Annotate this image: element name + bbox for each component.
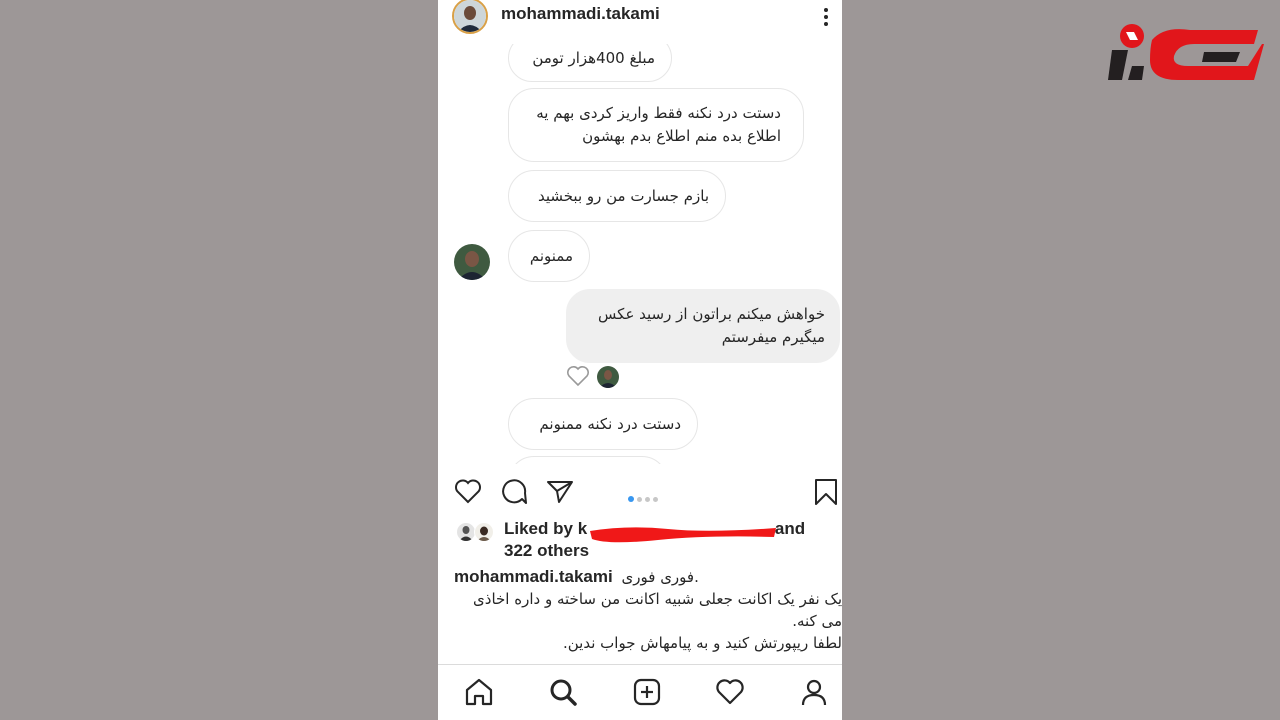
sender-avatar[interactable] <box>454 244 490 280</box>
post-caption: mohammadi.takami فوری فوری. یک نفر یک اک… <box>454 566 842 654</box>
news-site-logo <box>1108 24 1264 80</box>
liker-avatar <box>456 522 476 542</box>
direct-message-thread: مبلغ 400هزار تومن دستت درد نکنه فقط واری… <box>438 30 842 464</box>
heart-icon[interactable] <box>566 365 590 387</box>
more-vertical-icon[interactable] <box>820 6 832 28</box>
caption-text: لطفا ریپورتش کنید و به پیامهاش جواب ندین… <box>563 634 842 652</box>
redaction-scribble <box>590 527 776 543</box>
message-bubble-partial <box>508 456 668 464</box>
caption-text: می کنه. <box>792 612 842 630</box>
avatar[interactable] <box>452 0 488 34</box>
search-icon[interactable] <box>548 677 578 707</box>
caption-text: یک نفر یک اکانت جعلی شبیه اکانت من ساخته… <box>473 590 842 608</box>
profile-icon[interactable] <box>799 677 829 707</box>
paper-plane-icon[interactable] <box>546 478 574 504</box>
bottom-navigation <box>438 664 842 720</box>
carousel-indicator <box>628 487 661 506</box>
header-username[interactable]: mohammadi.takami <box>501 4 660 24</box>
liker-avatar <box>474 522 494 542</box>
message-bubble: ممنونم <box>508 230 590 282</box>
home-icon[interactable] <box>464 677 494 707</box>
my-message-bubble: خواهش میکنم براتون از رسید عکس میگیرم می… <box>566 289 840 363</box>
bookmark-icon[interactable] <box>814 478 838 506</box>
post-header: mohammadi.takami <box>438 0 842 44</box>
message-bubble: دستت درد نکنه ممنونم <box>508 398 698 450</box>
heart-icon[interactable] <box>454 478 482 504</box>
activity-heart-icon[interactable] <box>715 677 745 707</box>
comment-icon[interactable] <box>500 478 528 506</box>
caption-username[interactable]: mohammadi.takami <box>454 567 613 586</box>
caption-text: فوری فوری. <box>621 568 699 586</box>
seen-avatar <box>597 366 619 388</box>
likes-row: Liked by k and 322 others <box>438 518 842 566</box>
message-bubble: بازم جسارت من رو ببخشید <box>508 170 726 222</box>
message-bubble: دستت درد نکنه فقط واریز کردی بهم یه اطلا… <box>508 88 804 162</box>
instagram-post: mohammadi.takami مبلغ 400هزار تومن دستت … <box>438 0 842 720</box>
new-post-icon[interactable] <box>632 677 662 707</box>
